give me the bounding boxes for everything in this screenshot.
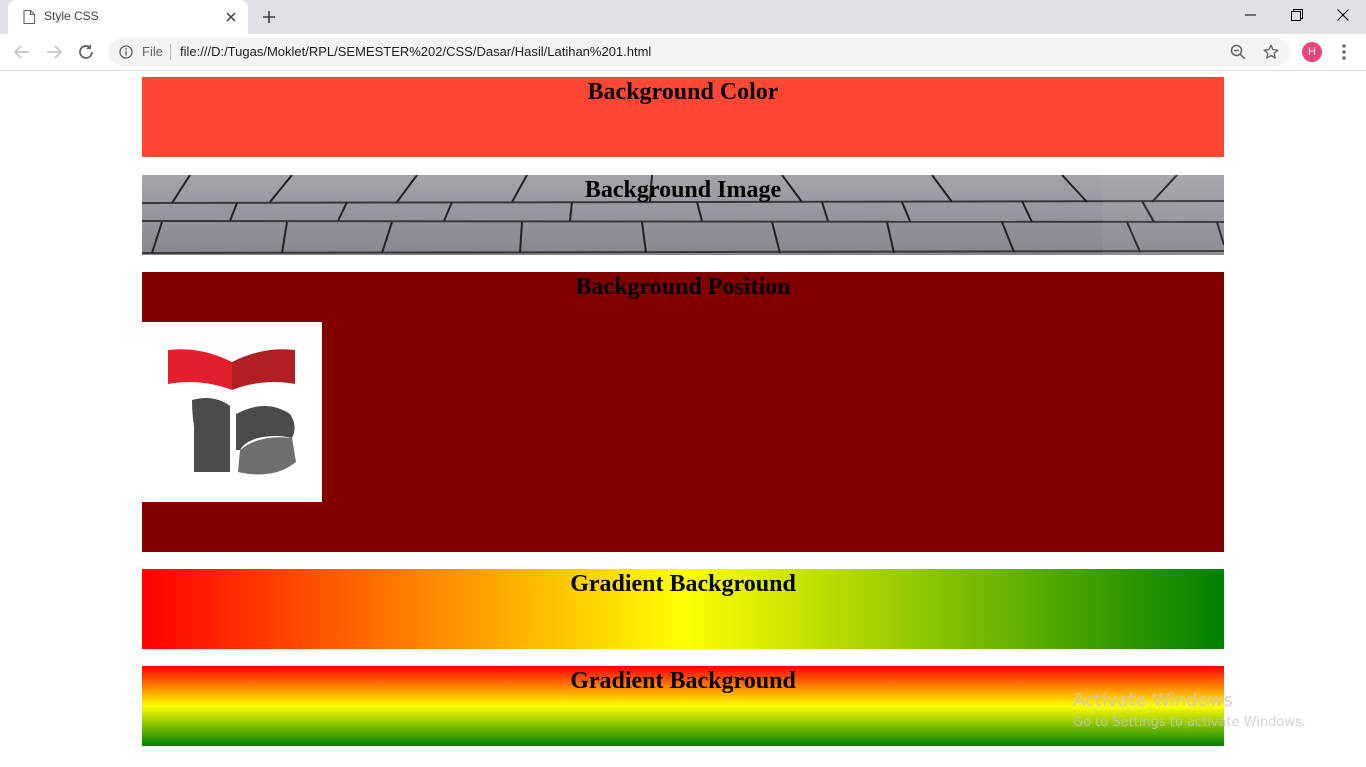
menu-icon[interactable] [1334,42,1354,62]
reload-icon[interactable] [76,42,96,62]
close-icon[interactable] [224,10,238,24]
plus-icon[interactable] [261,9,277,25]
minimize-icon [1245,14,1256,16]
back-arrow-icon[interactable] [12,42,32,62]
section-heading: Background Position [575,274,791,300]
section-heading: Gradient Background [570,668,796,694]
browser-toolbar: File file:///D:/Tugas/Moklet/RPL/SEMESTE… [0,34,1366,71]
tab-title: Style CSS [44,9,99,23]
close-icon [1337,9,1349,21]
vertical-gradient-section: Gradient Background [142,666,1224,746]
restore-icon [1291,9,1303,21]
tab-strip: Style CSS [0,0,1366,34]
background-image-section: Background Image [142,175,1224,255]
window-close-button[interactable] [1320,0,1366,32]
scheme-label: File [142,44,163,59]
minimize-button[interactable] [1228,0,1274,32]
horizontal-gradient-section: Gradient Background [142,569,1224,649]
zoom-icon[interactable] [1230,44,1246,60]
address-bar[interactable]: File file:///D:/Tugas/Moklet/RPL/SEMESTE… [108,38,1290,66]
info-icon[interactable] [119,45,133,59]
restore-button[interactable] [1274,0,1320,32]
background-position-section: Background Position [142,272,1224,552]
section-heading: Background Image [584,177,782,203]
forward-arrow-icon[interactable] [44,42,64,62]
background-color-section: Background Color [142,77,1224,157]
section-heading: Background Color [587,79,779,105]
watermark-subtitle: Go to Settings to activate Windows. [1073,715,1306,730]
activate-windows-watermark: Activate Windows Go to Settings to activ… [1073,690,1306,730]
star-icon[interactable] [1263,44,1279,60]
browser-tab[interactable]: Style CSS [8,0,248,34]
avatar[interactable]: H [1302,42,1322,62]
page-icon [23,9,36,25]
telkom-school-logo [142,322,322,502]
logo-icon [168,349,296,475]
omnibox-divider [170,44,171,60]
section-heading: Gradient Background [570,571,796,597]
watermark-title: Activate Windows [1073,690,1233,711]
url-text[interactable]: file:///D:/Tugas/Moklet/RPL/SEMESTER%202… [180,44,651,59]
